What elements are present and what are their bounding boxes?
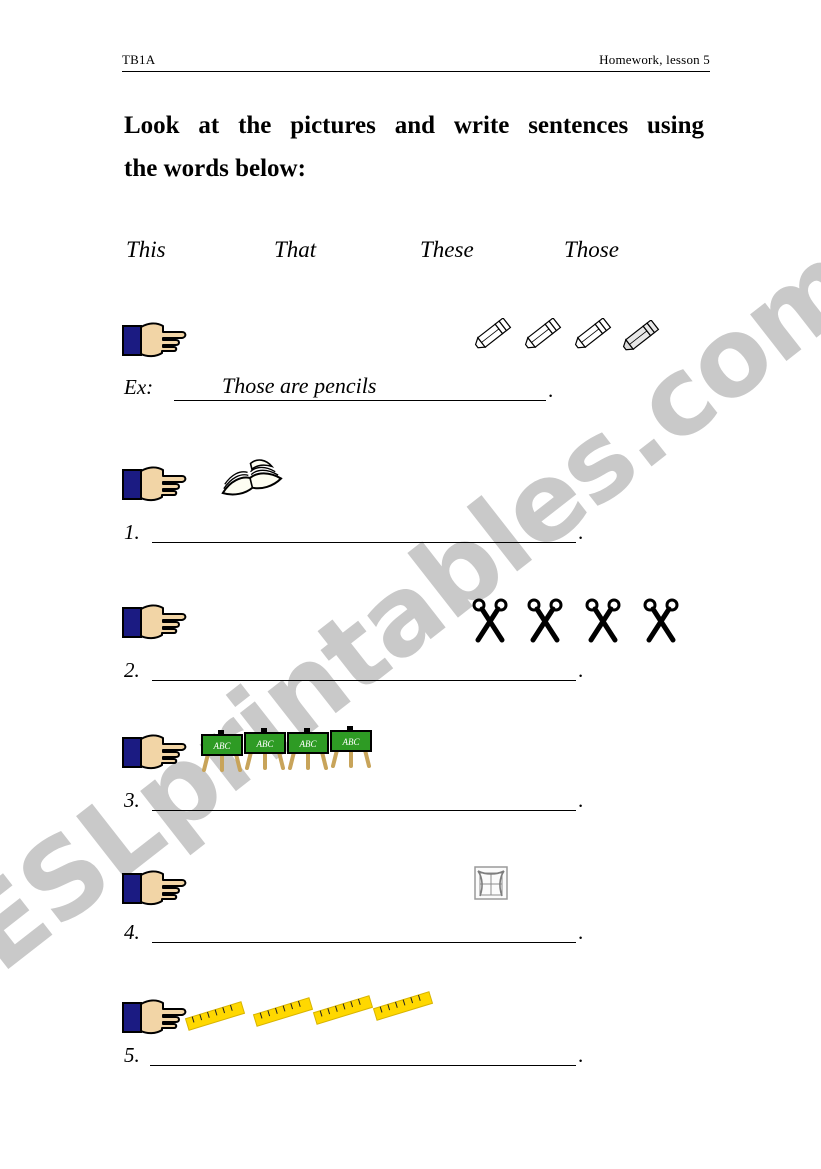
scissors-icon	[470, 596, 510, 649]
scissors-icon	[583, 596, 623, 649]
scissors-icon	[641, 596, 681, 649]
exercise-row-2: 2. .	[0, 588, 821, 688]
answer-line-5[interactable]	[150, 1065, 576, 1066]
pencil-icon	[618, 319, 664, 356]
exercise-period-5: .	[578, 1043, 584, 1067]
answer-line-2[interactable]	[152, 680, 576, 681]
exercise-row-1: 1. .	[0, 452, 821, 552]
answer-line-4[interactable]	[152, 942, 576, 943]
page-title-line-2: the words below:	[124, 155, 306, 182]
page-header: TB1A Homework, lesson 5	[122, 52, 710, 72]
ruler-icon	[372, 991, 434, 1021]
pencil-group	[470, 312, 670, 356]
exercise-period-2: .	[578, 658, 584, 682]
exercise-label-example: Ex:	[124, 375, 154, 399]
exercise-period-4: .	[578, 920, 584, 944]
ruler-icon	[312, 995, 374, 1025]
exercise-row-3: ABC ABC ABC ABC 3. .	[0, 718, 821, 818]
blackboard-icon: ABC	[286, 728, 330, 770]
exercise-label-3: 3.	[124, 788, 140, 812]
pointing-hand-icon	[122, 866, 190, 910]
exercise-answer-example: Those are pencils	[222, 373, 377, 398]
pencil-icon	[570, 317, 616, 354]
exercise-row-5: 5. .	[0, 985, 821, 1085]
pointing-hand-icon	[122, 995, 190, 1039]
ruler-icon	[252, 997, 314, 1027]
word-bank-item-those: Those	[564, 237, 619, 262]
svg-text:ABC: ABC	[213, 741, 232, 751]
svg-text:ABC: ABC	[256, 739, 275, 749]
word-bank-item-that: That	[274, 237, 317, 262]
header-lesson-note: Homework, lesson 5	[599, 52, 710, 67]
exercise-label-1: 1.	[124, 520, 140, 544]
svg-text:ABC: ABC	[299, 739, 318, 749]
page-title: Look at the pictures and write sentences…	[124, 104, 704, 190]
exercise-period-3: .	[578, 788, 584, 812]
word-bank-item-this: This	[126, 237, 166, 262]
header-course-code: TB1A	[122, 52, 156, 67]
exercise-row-example: Ex: Those are pencils .	[0, 310, 821, 410]
pointing-hand-icon	[122, 318, 190, 362]
worksheet-page: ESLprintables.com TB1A Homework, lesson …	[0, 0, 821, 1169]
blackboard-group: ABC ABC ABC ABC	[200, 726, 390, 776]
pointing-hand-icon	[122, 462, 190, 506]
exercise-row-4: 4. .	[0, 858, 821, 958]
word-bank-item-these: These	[420, 237, 474, 262]
exercise-period-1: .	[578, 520, 584, 544]
pointing-hand-icon	[122, 730, 190, 774]
exercise-label-2: 2.	[124, 658, 140, 682]
ruler-icon	[184, 1001, 246, 1031]
open-book-icon	[212, 452, 288, 504]
page-title-line-1: Look at the pictures and write sentences…	[124, 112, 704, 139]
answer-line-example[interactable]	[174, 400, 546, 401]
pencil-icon	[470, 317, 516, 354]
pencil-icon	[520, 317, 566, 354]
scissors-group	[470, 596, 690, 644]
ruler-group	[184, 985, 434, 1041]
blackboard-icon: ABC	[243, 728, 287, 770]
answer-line-1[interactable]	[152, 542, 576, 543]
exercise-period-example: .	[548, 378, 554, 402]
exercise-label-4: 4.	[124, 920, 140, 944]
svg-text:ABC: ABC	[342, 737, 361, 747]
blackboard-icon: ABC	[200, 730, 244, 772]
blackboard-icon: ABC	[329, 726, 373, 768]
pointing-hand-icon	[122, 600, 190, 644]
answer-line-3[interactable]	[152, 810, 576, 811]
exercise-label-5: 5.	[124, 1043, 140, 1067]
window-icon	[474, 866, 508, 900]
scissors-icon	[525, 596, 565, 649]
